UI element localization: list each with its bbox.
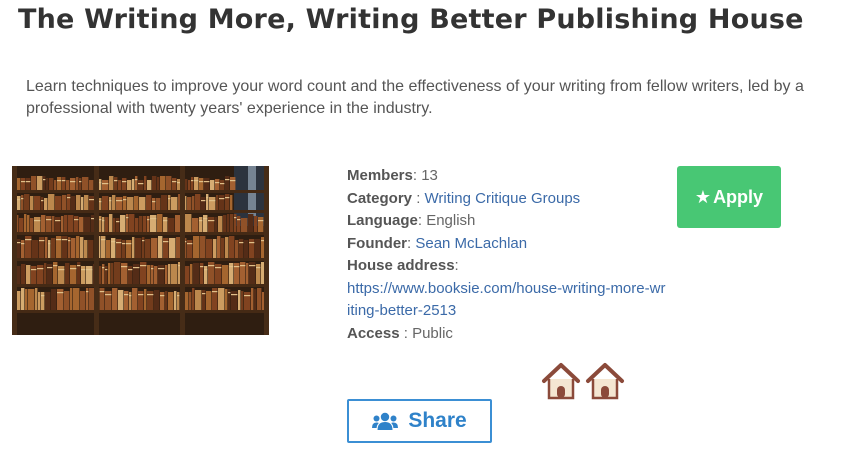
access-value: Public (412, 324, 453, 342)
category-row: Category : Writing Critique Groups (347, 189, 581, 207)
house-address-link[interactable]: https://www.booksie.com/house-writing-mo… (347, 278, 667, 323)
star-icon: ★ (694, 186, 712, 207)
house-icons (541, 362, 625, 400)
language-value: English (426, 212, 476, 229)
address-row: House address: (347, 257, 459, 274)
founder-label: Founder (347, 234, 407, 252)
address-label: House address (347, 257, 455, 274)
category-link[interactable]: Writing Critique Groups (425, 190, 581, 207)
members-label: Members (347, 167, 413, 184)
house-description: Learn techniques to improve your word co… (26, 78, 804, 117)
founder-link[interactable]: Sean McLachlan (415, 235, 527, 252)
category-label: Category (347, 189, 413, 207)
house-cover-image (12, 166, 269, 335)
members-value: 13 (421, 167, 438, 184)
access-row: Access : Public (347, 324, 453, 342)
share-label: Share (408, 409, 467, 432)
page-title: The Writing More, Writing Better Publish… (18, 4, 804, 35)
founder-row: Founder: Sean McLachlan (347, 234, 528, 252)
share-button[interactable]: Share (347, 399, 492, 443)
apply-label: Apply (713, 186, 764, 207)
users-icon (372, 412, 399, 430)
language-label: Language (347, 212, 418, 229)
apply-button[interactable]: ★ Apply (677, 166, 781, 228)
language-row: Language: English (347, 212, 476, 229)
house-icon (542, 363, 580, 400)
house-details: Members: 13 Category : Writing Critique … (347, 165, 677, 345)
members-row: Members: 13 (347, 167, 438, 184)
access-label: Access (347, 324, 400, 342)
house-icon (586, 363, 624, 400)
